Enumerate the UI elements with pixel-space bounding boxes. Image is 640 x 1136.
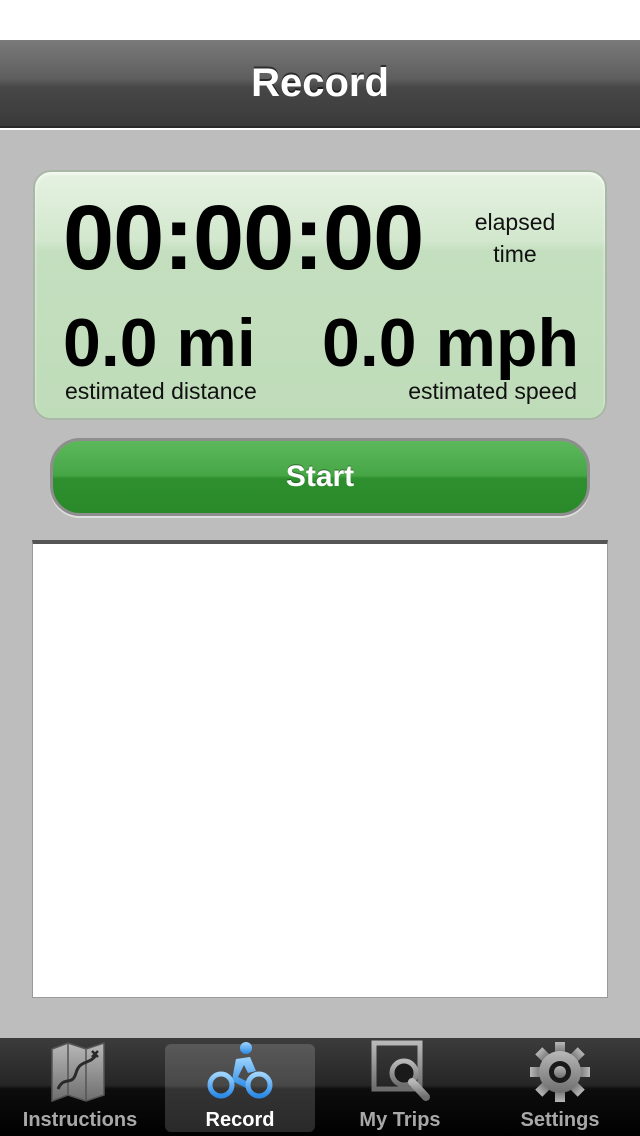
- gear-icon: [526, 1039, 594, 1105]
- map-icon: [46, 1039, 114, 1105]
- tab-settings[interactable]: Settings: [480, 1038, 640, 1136]
- tab-my-trips[interactable]: My Trips: [320, 1038, 480, 1136]
- tab-bar: Instructions Record My Trips Settings: [0, 1038, 640, 1136]
- speed-value: 0.0 mph: [322, 305, 579, 381]
- tab-settings-label: Settings: [520, 1109, 600, 1131]
- elapsed-label-line1: elapsed: [474, 209, 556, 235]
- distance-value: 0.0 mi: [63, 305, 256, 381]
- page-title: Record: [251, 60, 389, 105]
- navigation-bar: Record: [0, 40, 640, 128]
- tab-instructions[interactable]: Instructions: [0, 1038, 160, 1136]
- stats-panel: 00:00:00 elapsed time 0.0 mi estimated d…: [33, 170, 607, 420]
- tab-record-label: Record: [205, 1109, 275, 1131]
- map-view[interactable]: [32, 540, 608, 998]
- start-button-label: Start: [285, 460, 355, 493]
- elapsed-label-line2: time: [493, 241, 537, 267]
- tab-my-trips-label: My Trips: [359, 1109, 441, 1131]
- bike-icon: [206, 1039, 274, 1105]
- tab-record[interactable]: Record: [160, 1038, 320, 1136]
- elapsed-time-value: 00:00:00: [63, 187, 424, 289]
- speed-label: estimated speed: [408, 378, 577, 404]
- elapsed-time-label: elapsed time: [465, 206, 565, 270]
- tab-instructions-label: Instructions: [22, 1109, 138, 1131]
- start-button[interactable]: Start: [50, 438, 590, 516]
- distance-label: estimated distance: [65, 378, 257, 404]
- status-bar: [0, 0, 640, 40]
- search-trips-icon: [366, 1039, 434, 1105]
- record-content: 00:00:00 elapsed time 0.0 mi estimated d…: [0, 130, 640, 1038]
